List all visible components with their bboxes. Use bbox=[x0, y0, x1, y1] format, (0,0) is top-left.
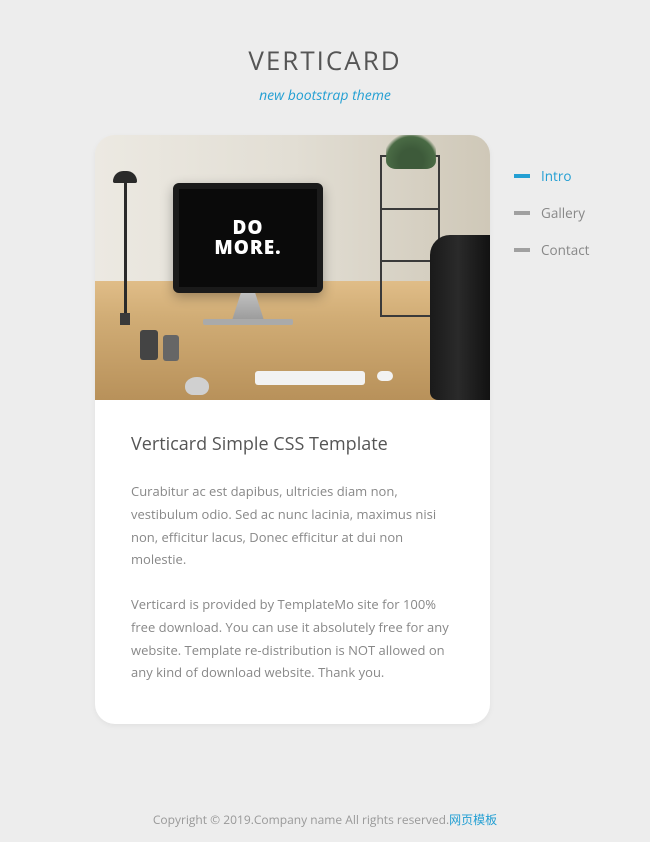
dash-icon bbox=[514, 248, 530, 252]
dash-icon bbox=[514, 174, 530, 178]
card-paragraph-2: Verticard is provided by TemplateMo site… bbox=[131, 593, 454, 684]
nav-item-contact[interactable]: Contact bbox=[514, 241, 590, 259]
card-body: Verticard Simple CSS Template Curabitur … bbox=[95, 400, 490, 724]
nav-item-gallery[interactable]: Gallery bbox=[514, 204, 590, 222]
nav-label: Intro bbox=[541, 167, 572, 185]
nav-item-intro[interactable]: Intro bbox=[514, 167, 590, 185]
monitor-icon: DO MORE. bbox=[173, 183, 323, 293]
monitor-text-line2: MORE. bbox=[214, 238, 281, 258]
copyright-text: Copyright © 2019.Company name All rights… bbox=[153, 811, 449, 828]
main-content: DO MORE. Verticard Simple CSS Template C… bbox=[0, 135, 650, 724]
content-card: DO MORE. Verticard Simple CSS Template C… bbox=[95, 135, 490, 724]
nav-label: Contact bbox=[541, 241, 590, 259]
footer: Copyright © 2019.Company name All rights… bbox=[0, 811, 650, 828]
nav-label: Gallery bbox=[541, 204, 585, 222]
side-nav: Intro Gallery Contact bbox=[514, 135, 590, 259]
dash-icon bbox=[514, 211, 530, 215]
card-title: Verticard Simple CSS Template bbox=[131, 432, 454, 456]
header: VERTICARD new bootstrap theme bbox=[0, 0, 650, 135]
footer-link[interactable]: 网页模板 bbox=[449, 811, 497, 828]
card-paragraph-1: Curabitur ac est dapibus, ultricies diam… bbox=[131, 480, 454, 571]
page-title: VERTICARD bbox=[0, 42, 650, 78]
page-subtitle: new bootstrap theme bbox=[0, 86, 650, 105]
hero-image: DO MORE. bbox=[95, 135, 490, 400]
